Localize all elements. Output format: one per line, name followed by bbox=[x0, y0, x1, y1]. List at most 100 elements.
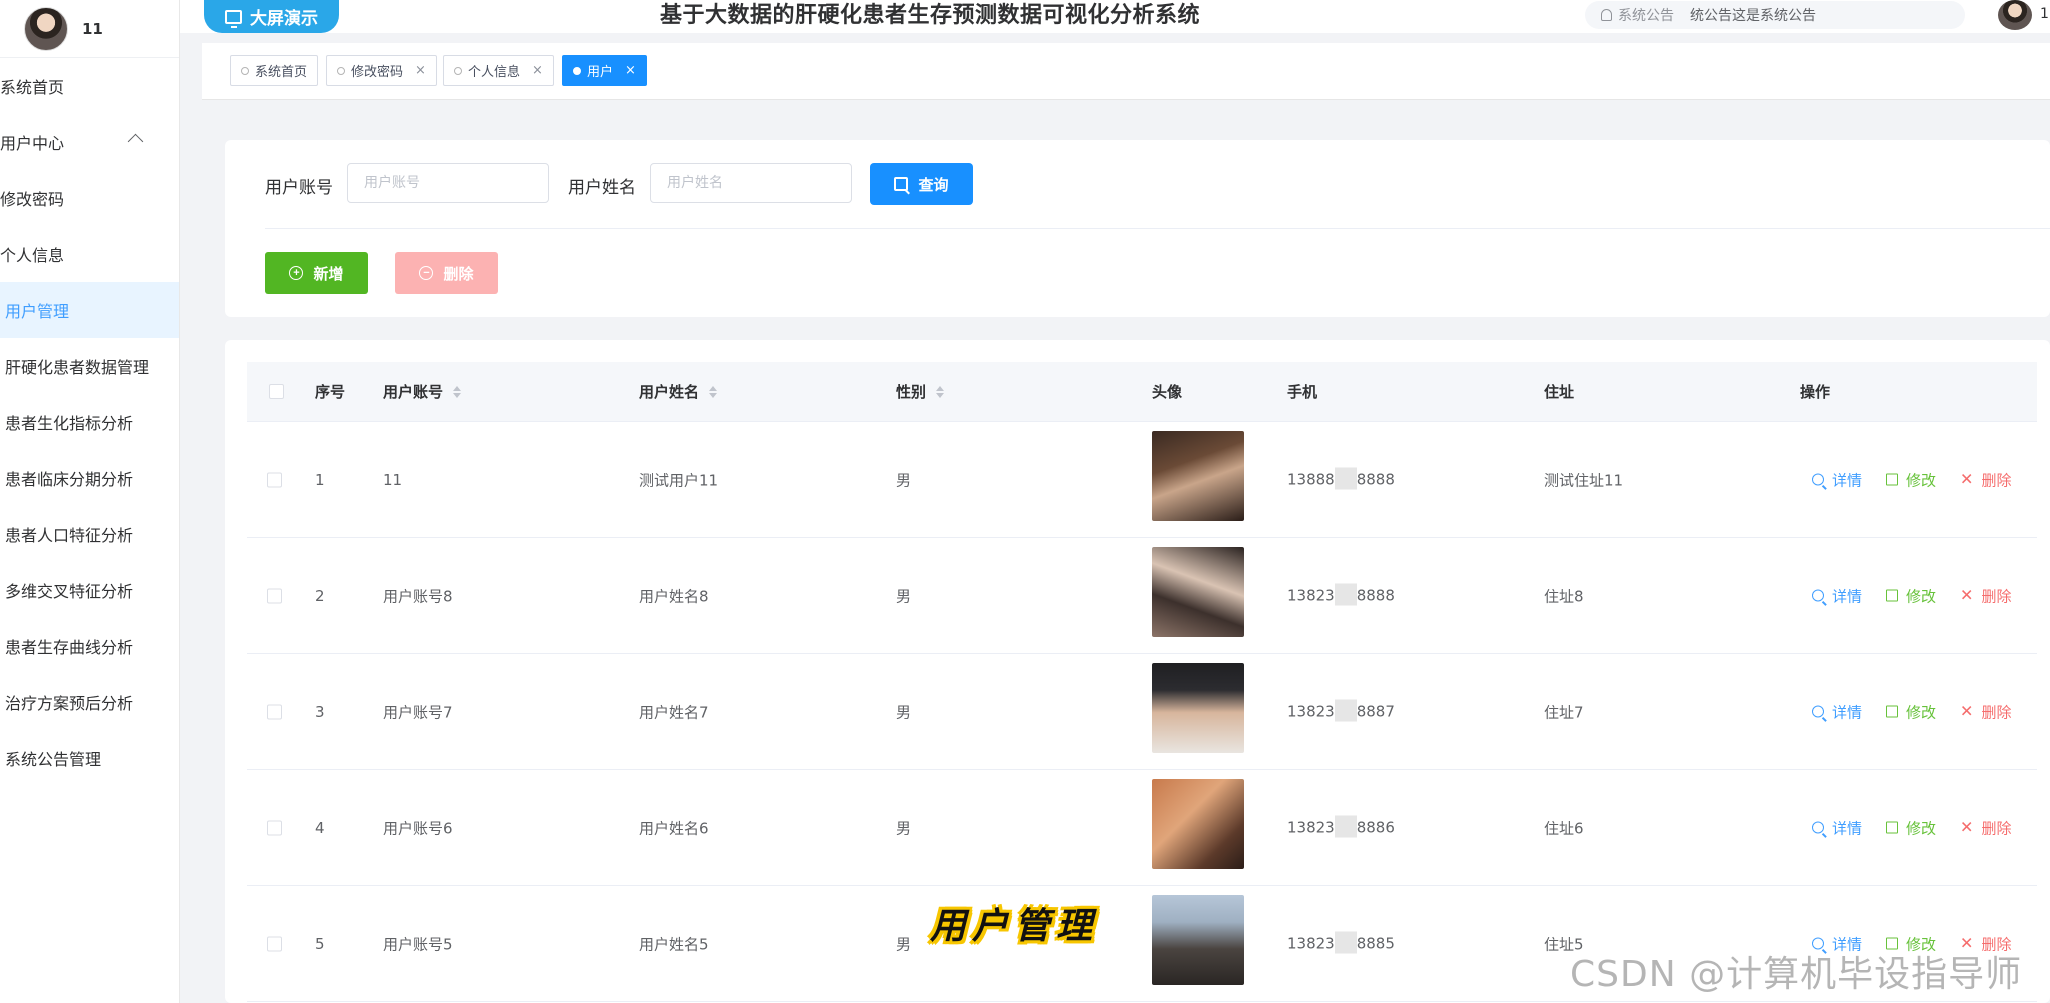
edit-label: 修改 bbox=[1906, 703, 1937, 721]
row-checkbox[interactable] bbox=[267, 472, 282, 487]
sidebar-item-label: 修改密码 bbox=[0, 190, 65, 209]
tag-label: 系统首页 bbox=[255, 65, 308, 80]
col-label: 用户姓名 bbox=[639, 383, 700, 401]
edit-icon bbox=[1886, 473, 1899, 486]
cell-gender: 男 bbox=[896, 471, 912, 489]
cell-index: 4 bbox=[315, 818, 325, 837]
search-form: 用户账号 用户姓名 查询 + 新增 − 删除 bbox=[225, 140, 2050, 317]
sort-icon[interactable] bbox=[709, 385, 718, 398]
col-address: 住址 bbox=[1544, 383, 1575, 401]
col-gender[interactable]: 性别 bbox=[896, 381, 945, 402]
sidebar-item-label: 患者人口特征分析 bbox=[5, 526, 134, 545]
sidebar-item-survival-curve[interactable]: 患者生存曲线分析 bbox=[0, 618, 179, 674]
cell-name: 用户姓名7 bbox=[639, 703, 709, 721]
divider bbox=[265, 228, 2050, 229]
close-icon: ✕ bbox=[1960, 817, 1974, 837]
batch-delete-button[interactable]: − 删除 bbox=[395, 252, 498, 294]
watermark: CSDN @计算机毕设指导师 bbox=[1570, 954, 2023, 995]
sidebar-user-name: 11 bbox=[82, 19, 103, 38]
query-button[interactable]: 查询 bbox=[870, 163, 973, 205]
row-checkbox[interactable] bbox=[267, 588, 282, 603]
delete-button[interactable]: ✕ 删除 bbox=[1960, 817, 2011, 838]
close-icon: ✕ bbox=[1960, 585, 1974, 605]
sidebar-item-label: 患者生化指标分析 bbox=[5, 414, 134, 433]
notice-marquee[interactable]: 系统公告 统公告这是系统公告 bbox=[1585, 1, 1965, 29]
sidebar-item-label: 治疗方案预后分析 bbox=[5, 694, 134, 713]
phone-suffix: 8886 bbox=[1356, 818, 1395, 836]
close-icon[interactable]: × bbox=[532, 63, 543, 78]
sidebar-item-label: 多维交叉特征分析 bbox=[5, 582, 134, 601]
tag-change-password[interactable]: 修改密码 × bbox=[326, 55, 437, 86]
select-all-checkbox[interactable] bbox=[269, 384, 284, 399]
sidebar-item-treatment-prognosis[interactable]: 治疗方案预后分析 bbox=[0, 674, 179, 730]
sidebar-item-label: 用户中心 bbox=[0, 134, 65, 153]
phone-prefix: 13888 bbox=[1287, 470, 1335, 488]
dot-icon bbox=[454, 66, 462, 75]
sidebar-item-change-password[interactable]: 修改密码 bbox=[0, 170, 179, 226]
sidebar-item-user-center[interactable]: 用户中心 bbox=[0, 114, 179, 170]
avatar-image[interactable] bbox=[1152, 779, 1244, 869]
edit-button[interactable]: 修改 bbox=[1886, 469, 1936, 490]
edit-button[interactable]: 修改 bbox=[1886, 817, 1936, 838]
sort-icon[interactable] bbox=[453, 385, 462, 398]
detail-button[interactable]: 详情 bbox=[1812, 585, 1862, 606]
row-checkbox[interactable] bbox=[267, 936, 282, 951]
cell-phone: 13823 8885 bbox=[1287, 931, 1395, 956]
sidebar-item-user-management[interactable]: 用户管理 bbox=[0, 282, 179, 338]
sidebar-item-stage-analysis[interactable]: 患者临床分期分析 bbox=[0, 450, 179, 506]
plus-circle-icon: + bbox=[289, 266, 304, 280]
detail-button[interactable]: 详情 bbox=[1812, 701, 1862, 722]
col-name[interactable]: 用户姓名 bbox=[639, 381, 718, 402]
name-input[interactable] bbox=[650, 163, 852, 203]
sidebar-item-biochem-analysis[interactable]: 患者生化指标分析 bbox=[0, 394, 179, 450]
tag-user[interactable]: 用户 × bbox=[562, 55, 647, 86]
tag-profile[interactable]: 个人信息 × bbox=[443, 55, 554, 86]
sort-icon[interactable] bbox=[936, 385, 945, 398]
detail-button[interactable]: 详情 bbox=[1812, 817, 1862, 838]
col-ops: 操作 bbox=[1800, 383, 1831, 401]
header-user-name[interactable]: 1 bbox=[2040, 6, 2049, 22]
edit-icon bbox=[1886, 589, 1899, 602]
edit-button[interactable]: 修改 bbox=[1886, 701, 1936, 722]
header-avatar[interactable] bbox=[1998, 0, 2032, 30]
delete-button[interactable]: ✕ 删除 bbox=[1960, 701, 2011, 722]
detail-label: 详情 bbox=[1832, 587, 1863, 605]
search-icon bbox=[1812, 589, 1824, 602]
tag-label: 用户 bbox=[587, 65, 614, 80]
delete-button[interactable]: ✕ 删除 bbox=[1960, 585, 2011, 606]
cell-index: 2 bbox=[315, 586, 325, 605]
sidebar-item-demographic-analysis[interactable]: 患者人口特征分析 bbox=[0, 506, 179, 562]
sidebar-item-home[interactable]: 系统首页 bbox=[0, 58, 179, 114]
col-account[interactable]: 用户账号 bbox=[383, 381, 462, 402]
avatar-image[interactable] bbox=[1152, 431, 1244, 521]
detail-label: 详情 bbox=[1832, 471, 1863, 489]
bigscreen-button[interactable]: 大屏演示 bbox=[204, 0, 339, 33]
add-button[interactable]: + 新增 bbox=[265, 252, 368, 294]
sidebar-item-label: 肝硬化患者数据管理 bbox=[5, 358, 150, 377]
avatar-image[interactable] bbox=[1152, 663, 1244, 753]
cell-account: 用户账号5 bbox=[383, 935, 453, 953]
delete-label: 删除 bbox=[443, 265, 474, 283]
avatar-image[interactable] bbox=[1152, 895, 1244, 985]
close-icon[interactable]: × bbox=[415, 63, 426, 78]
sidebar-item-label: 患者生存曲线分析 bbox=[5, 638, 134, 657]
edit-button[interactable]: 修改 bbox=[1886, 585, 1936, 606]
phone-prefix: 13823 bbox=[1287, 818, 1335, 836]
chevron-up-icon bbox=[127, 133, 144, 150]
sidebar-item-patient-data[interactable]: 肝硬化患者数据管理 bbox=[0, 338, 179, 394]
edit-label: 修改 bbox=[1906, 471, 1937, 489]
close-icon[interactable]: × bbox=[625, 63, 636, 78]
avatar[interactable] bbox=[24, 6, 68, 51]
col-label: 性别 bbox=[896, 383, 927, 401]
row-checkbox[interactable] bbox=[267, 820, 282, 835]
sidebar-item-notice-management[interactable]: 系统公告管理 bbox=[0, 730, 179, 786]
avatar-image[interactable] bbox=[1152, 547, 1244, 637]
sidebar-item-profile[interactable]: 个人信息 bbox=[0, 226, 179, 282]
sidebar-item-cross-analysis[interactable]: 多维交叉特征分析 bbox=[0, 562, 179, 618]
delete-button[interactable]: ✕ 删除 bbox=[1960, 469, 2011, 490]
tag-home[interactable]: 系统首页 bbox=[230, 55, 319, 86]
sidebar-user[interactable]: 11 bbox=[0, 0, 179, 58]
account-input[interactable] bbox=[347, 163, 549, 203]
detail-button[interactable]: 详情 bbox=[1812, 469, 1862, 490]
row-checkbox[interactable] bbox=[267, 704, 282, 719]
